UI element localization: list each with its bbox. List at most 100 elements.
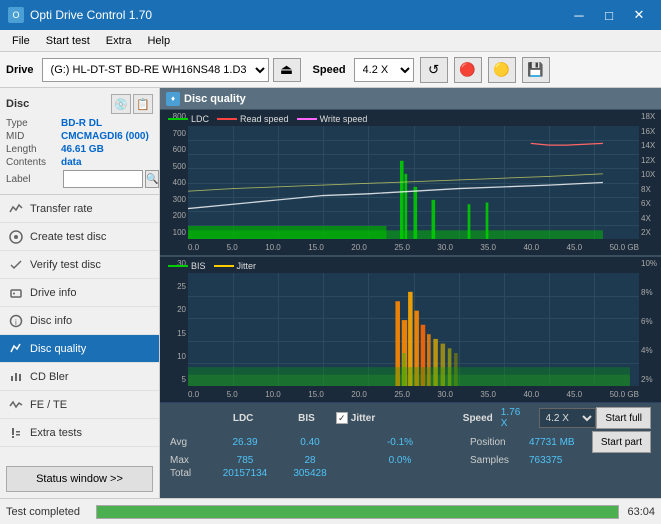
menu-file[interactable]: File bbox=[4, 33, 38, 49]
disc-icon1[interactable]: 💿 bbox=[111, 94, 131, 114]
ldc-header: LDC bbox=[209, 413, 277, 424]
nav-disc-info[interactable]: i Disc info bbox=[0, 307, 159, 335]
label-browse-button[interactable]: 🔍 bbox=[145, 170, 159, 188]
start-part-button[interactable]: Start part bbox=[592, 431, 651, 453]
speed-value: 1.76 X bbox=[501, 407, 529, 429]
transfer-rate-icon bbox=[8, 201, 24, 217]
total-ldc: 20157134 bbox=[210, 468, 280, 479]
maximize-button[interactable]: □ bbox=[595, 4, 623, 26]
top-chart-svg bbox=[188, 126, 639, 239]
nav-cd-bler[interactable]: CD Bler bbox=[0, 363, 159, 391]
nav-label-extra: Extra tests bbox=[30, 427, 82, 439]
nav-extra-tests[interactable]: Extra tests bbox=[0, 419, 159, 447]
nav-label-disc-info: Disc info bbox=[30, 315, 72, 327]
disc-quality-title: Disc quality bbox=[184, 93, 246, 105]
drive-select[interactable]: (G:) HL-DT-ST BD-RE WH16NS48 1.D3 bbox=[42, 58, 269, 82]
max-jitter: 0.0% bbox=[340, 455, 460, 466]
top-chart-inner bbox=[188, 126, 639, 239]
speed-header: Speed bbox=[463, 413, 493, 424]
start-full-button[interactable]: Start full bbox=[596, 407, 651, 429]
avg-jitter: -0.1% bbox=[340, 437, 460, 448]
sidebar: Disc 💿 📋 Type BD-R DL MID CMCMAGDI6 (000… bbox=[0, 88, 160, 498]
window-controls: ─ □ ✕ bbox=[565, 4, 653, 26]
contents-label: Contents bbox=[6, 157, 61, 168]
label-label: Label bbox=[6, 174, 61, 185]
samples-label: Samples bbox=[470, 455, 525, 466]
nav-label-verify: Verify test disc bbox=[30, 259, 101, 271]
nav-label-disc-quality: Disc quality bbox=[30, 343, 86, 355]
extra-tests-icon bbox=[8, 425, 24, 441]
bis-header: BIS bbox=[277, 413, 336, 424]
mid-label: MID bbox=[6, 131, 61, 142]
menu-extra[interactable]: Extra bbox=[98, 33, 140, 49]
jitter-checkbox[interactable]: ✓ bbox=[336, 412, 348, 424]
avg-ldc: 26.39 bbox=[210, 437, 280, 448]
eject-button[interactable]: ⏏ bbox=[273, 58, 301, 82]
top-chart-y-left: 800 700 600 500 400 300 200 100 bbox=[160, 110, 188, 239]
save-button[interactable]: 💾 bbox=[522, 57, 550, 83]
app-title: Opti Drive Control 1.70 bbox=[30, 8, 152, 22]
label-input[interactable] bbox=[63, 170, 143, 188]
settings-button1[interactable]: 🔴 bbox=[454, 57, 482, 83]
drive-toolbar: Drive (G:) HL-DT-ST BD-RE WH16NS48 1.D3 … bbox=[0, 52, 661, 88]
legend-write-speed: Write speed bbox=[297, 114, 368, 124]
max-ldc: 785 bbox=[210, 455, 280, 466]
close-button[interactable]: ✕ bbox=[625, 4, 653, 26]
status-time: 63:04 bbox=[627, 506, 655, 518]
disc-quality-header-icon: ♦ bbox=[166, 92, 180, 106]
max-bis: 28 bbox=[280, 455, 340, 466]
type-label: Type bbox=[6, 118, 61, 129]
nav-transfer-rate[interactable]: Transfer rate bbox=[0, 195, 159, 223]
nav-label-cd-bler: CD Bler bbox=[30, 371, 69, 383]
nav-label-fe-te: FE / TE bbox=[30, 399, 67, 411]
nav-label-create: Create test disc bbox=[30, 231, 106, 243]
bottom-chart: BIS Jitter 30 25 20 15 10 5 10% 8% 6 bbox=[160, 257, 661, 402]
nav-items: Transfer rate Create test disc Verify te… bbox=[0, 195, 159, 447]
chart-bottom-legend: BIS Jitter bbox=[168, 261, 256, 271]
contents-value: data bbox=[61, 157, 82, 168]
bottom-chart-svg bbox=[188, 273, 639, 386]
type-value: BD-R DL bbox=[61, 118, 102, 129]
settings-button2[interactable]: 🟡 bbox=[488, 57, 516, 83]
speed-select[interactable]: 4.2 X bbox=[354, 58, 414, 82]
nav-create-test[interactable]: Create test disc bbox=[0, 223, 159, 251]
main-layout: Disc 💿 📋 Type BD-R DL MID CMCMAGDI6 (000… bbox=[0, 88, 661, 498]
menu-help[interactable]: Help bbox=[139, 33, 178, 49]
disc-info-icon: i bbox=[8, 313, 24, 329]
status-text: Test completed bbox=[6, 506, 80, 518]
cd-bler-icon bbox=[8, 369, 24, 385]
nav-label-drive-info: Drive info bbox=[30, 287, 76, 299]
nav-drive-info[interactable]: Drive info bbox=[0, 279, 159, 307]
nav-label-transfer: Transfer rate bbox=[30, 203, 93, 215]
nav-fe-te[interactable]: FE / TE bbox=[0, 391, 159, 419]
position-value: 47731 MB bbox=[529, 437, 575, 448]
quality-speed-select[interactable]: 4.2 X bbox=[539, 408, 597, 428]
speed-label: Speed bbox=[313, 64, 346, 76]
avg-label: Avg bbox=[170, 437, 210, 448]
disc-icon2[interactable]: 📋 bbox=[133, 94, 153, 114]
top-chart: LDC Read speed Write speed 800 700 600 5… bbox=[160, 110, 661, 257]
legend-bis: BIS bbox=[168, 261, 206, 271]
status-window-button[interactable]: Status window >> bbox=[6, 466, 153, 492]
title-bar: O Opti Drive Control 1.70 ─ □ ✕ bbox=[0, 0, 661, 30]
samples-value: 763375 bbox=[529, 455, 562, 466]
max-label: Max bbox=[170, 455, 210, 466]
chart-top-legend: LDC Read speed Write speed bbox=[168, 114, 367, 124]
avg-bis: 0.40 bbox=[280, 437, 340, 448]
fe-te-icon bbox=[8, 397, 24, 413]
status-bar: Test completed 63:04 bbox=[0, 498, 661, 524]
nav-disc-quality[interactable]: Disc quality bbox=[0, 335, 159, 363]
minimize-button[interactable]: ─ bbox=[565, 4, 593, 26]
top-chart-x-axis: 0.0 5.0 10.0 15.0 20.0 25.0 30.0 35.0 40… bbox=[188, 239, 639, 255]
disc-quality-header: ♦ Disc quality bbox=[160, 88, 661, 110]
total-label: Total bbox=[170, 468, 210, 479]
drive-label: Drive bbox=[6, 64, 34, 76]
refresh-button[interactable]: ↺ bbox=[420, 57, 448, 83]
progress-bar bbox=[96, 505, 619, 519]
bottom-chart-x-axis: 0.0 5.0 10.0 15.0 20.0 25.0 30.0 35.0 40… bbox=[188, 386, 639, 402]
mid-value: CMCMAGDI6 (000) bbox=[61, 131, 149, 142]
verify-test-icon bbox=[8, 257, 24, 273]
top-chart-y-right: 18X 16X 14X 12X 10X 8X 6X 4X 2X bbox=[639, 110, 661, 239]
nav-verify-test[interactable]: Verify test disc bbox=[0, 251, 159, 279]
menu-start-test[interactable]: Start test bbox=[38, 33, 98, 49]
